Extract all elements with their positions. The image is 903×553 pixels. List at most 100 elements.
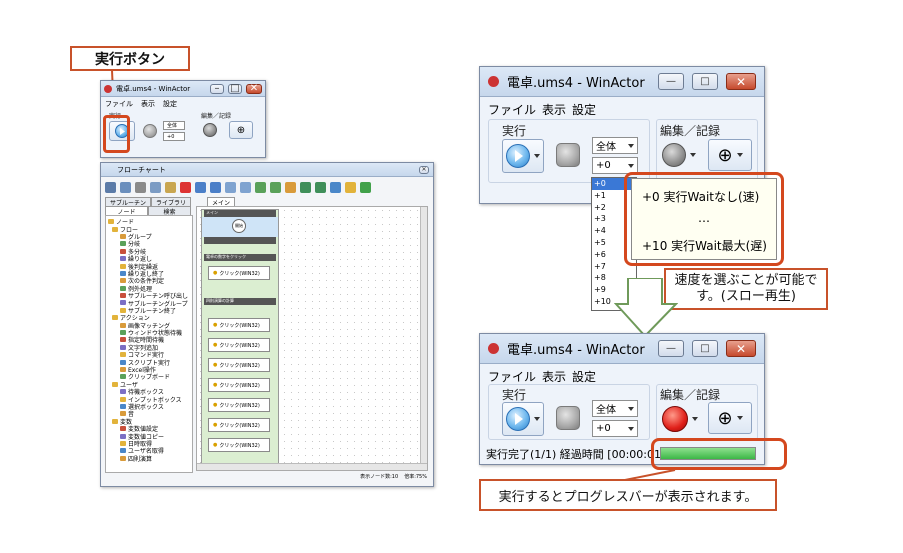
- small-stop-button[interactable]: [143, 124, 157, 138]
- top-stop-button[interactable]: [556, 143, 580, 167]
- menu-settings[interactable]: 設定: [163, 99, 177, 109]
- bottom-scope-select[interactable]: 全体: [592, 400, 638, 417]
- bottom-play-button[interactable]: [502, 402, 544, 436]
- maximize-button[interactable]: □: [692, 340, 718, 357]
- new-icon[interactable]: [105, 181, 116, 193]
- app-icon: [488, 343, 499, 354]
- export-icon[interactable]: [270, 181, 281, 193]
- top-target-button[interactable]: ⊕: [708, 139, 752, 171]
- tree-item[interactable]: 分岐: [108, 240, 190, 248]
- click-node-icon: ●: [213, 362, 218, 368]
- click-node-6[interactable]: ● クリック(WIN32): [208, 398, 270, 412]
- click-node-1[interactable]: ● クリック(WIN32): [208, 266, 270, 280]
- menu-file[interactable]: ファイル: [488, 368, 536, 385]
- click-node-icon: ●: [213, 342, 218, 348]
- small-record-button[interactable]: [203, 123, 217, 137]
- menu-file[interactable]: ファイル: [488, 101, 536, 118]
- redo-icon[interactable]: [210, 181, 221, 193]
- top-title-bar: 電卓.ums4 - WinActor — □ ✕: [480, 67, 764, 97]
- click-node-8[interactable]: ● クリック(WIN32): [208, 438, 270, 452]
- node-icon: [120, 367, 126, 372]
- chevron-down-icon: [736, 416, 743, 420]
- small-scope-select[interactable]: 全体: [163, 121, 185, 130]
- node-icon: [120, 344, 126, 350]
- close-button[interactable]: ✕: [246, 83, 262, 94]
- delete-icon[interactable]: [180, 181, 191, 193]
- menu-view[interactable]: 表示: [141, 99, 155, 109]
- click-node-label: クリック(WIN32): [219, 342, 260, 349]
- node-icon: [120, 300, 126, 306]
- small-edit-group-label: 編集／記録: [201, 113, 232, 120]
- bottom-record-button[interactable]: [662, 406, 688, 432]
- menu-file[interactable]: ファイル: [105, 99, 133, 109]
- zoom-in-icon[interactable]: [225, 181, 236, 193]
- click-node-4[interactable]: ● クリック(WIN32): [208, 358, 270, 372]
- minimize-button[interactable]: –: [210, 83, 224, 94]
- tree-item[interactable]: グループ: [108, 233, 190, 241]
- undo-icon[interactable]: [195, 181, 206, 193]
- import-icon[interactable]: [255, 181, 266, 193]
- click-node-5[interactable]: ● クリック(WIN32): [208, 378, 270, 392]
- progress-callout-text: 実行するとプログレスバーが表示されます。: [498, 489, 758, 505]
- flowchart-close-button[interactable]: ✕: [419, 165, 429, 174]
- bottom-stop-button[interactable]: [556, 406, 580, 430]
- top-scope-value: 全体: [596, 142, 616, 153]
- click-node-7[interactable]: ● クリック(WIN32): [208, 418, 270, 432]
- small-window-title: 電卓.ums4 - WinActor: [116, 84, 191, 93]
- expand-icon[interactable]: [300, 181, 311, 193]
- maximize-button[interactable]: □: [692, 73, 718, 90]
- bottom-speed-select[interactable]: +0: [592, 420, 638, 437]
- flow-canvas[interactable]: メイン 開始 電卓の数字をクリック ● クリック(WIN32) 四則演算の計算 ●…: [196, 206, 428, 471]
- canvas-horizontal-scrollbar[interactable]: [197, 463, 427, 470]
- copy-icon[interactable]: [150, 181, 161, 193]
- node-icon: [120, 352, 126, 358]
- speed-tooltip-highlight: [624, 172, 784, 266]
- cut-icon[interactable]: [135, 181, 146, 193]
- folder-icon: [112, 226, 118, 232]
- small-speed-select[interactable]: +0: [163, 132, 185, 141]
- group-icon[interactable]: [285, 181, 296, 193]
- maximize-button[interactable]: □: [228, 83, 242, 94]
- node-icon: [120, 433, 126, 439]
- collapse-icon[interactable]: [315, 181, 326, 193]
- chevron-down-icon: [628, 426, 634, 431]
- click-node-3[interactable]: ● クリック(WIN32): [208, 338, 270, 352]
- small-target-button[interactable]: ⊕: [229, 121, 253, 139]
- folder-icon[interactable]: [345, 181, 356, 193]
- menu-view[interactable]: 表示: [542, 101, 566, 118]
- folder-icon: [112, 418, 118, 424]
- tree-item[interactable]: 四則演算: [108, 455, 190, 463]
- minimize-button[interactable]: —: [658, 73, 684, 90]
- top-record-button[interactable]: [662, 143, 686, 167]
- paste-icon[interactable]: [165, 181, 176, 193]
- chevron-down-icon: [690, 153, 696, 157]
- start-node[interactable]: 開始: [232, 219, 246, 233]
- close-button[interactable]: ✕: [726, 73, 756, 90]
- folder-icon: [112, 381, 118, 387]
- properties-icon[interactable]: [330, 181, 341, 193]
- menu-settings[interactable]: 設定: [572, 101, 596, 118]
- top-play-button[interactable]: [502, 139, 544, 173]
- small-speed-value: +0: [167, 133, 175, 140]
- speed-callout: 速度を選ぶことが可能です。(スロー再生): [664, 268, 828, 310]
- node-icon: [120, 330, 126, 336]
- run-flow-icon[interactable]: [360, 181, 371, 193]
- menu-view[interactable]: 表示: [542, 368, 566, 385]
- flow-header: メイン: [204, 210, 276, 217]
- tree-item[interactable]: 選択ボックス: [108, 403, 190, 411]
- progress-bar-highlight: [651, 438, 787, 470]
- close-button[interactable]: ✕: [726, 340, 756, 357]
- node-icon: [120, 248, 126, 254]
- folder-icon: [108, 219, 114, 225]
- menu-settings[interactable]: 設定: [572, 368, 596, 385]
- zoom-out-icon[interactable]: [240, 181, 251, 193]
- click-node-2[interactable]: ● クリック(WIN32): [208, 318, 270, 332]
- node-icon: [120, 270, 126, 276]
- minimize-button[interactable]: —: [658, 340, 684, 357]
- save-icon[interactable]: [120, 181, 131, 193]
- node-icon: [120, 233, 126, 239]
- chevron-down-icon: [628, 406, 634, 411]
- bottom-target-button[interactable]: ⊕: [708, 402, 752, 434]
- canvas-vertical-scrollbar[interactable]: [420, 207, 427, 470]
- top-scope-select[interactable]: 全体: [592, 137, 638, 154]
